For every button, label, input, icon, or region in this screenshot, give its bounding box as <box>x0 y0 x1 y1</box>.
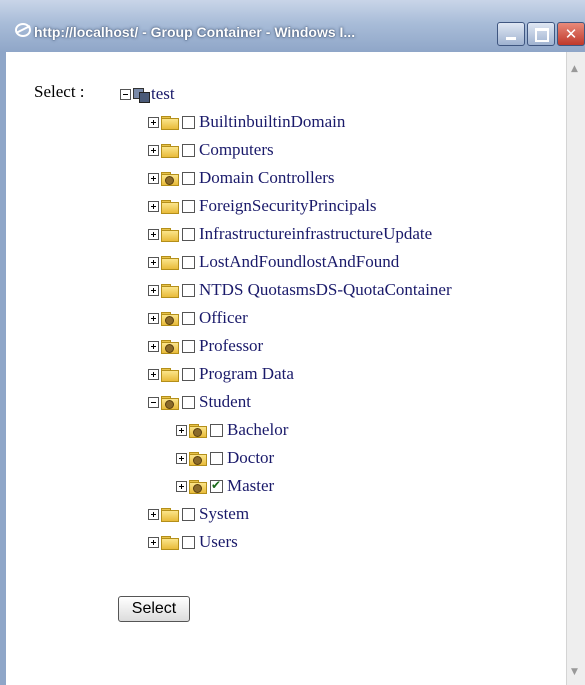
tree-node-checkbox[interactable] <box>182 143 195 157</box>
tree-node-checkbox[interactable] <box>182 311 195 325</box>
expand-icon[interactable] <box>148 200 159 212</box>
tree-node-checkbox[interactable] <box>182 507 195 521</box>
tree-node-checkbox-checked[interactable] <box>210 478 223 493</box>
tree-node-label[interactable]: BuiltinbuiltinDomain <box>199 112 345 132</box>
folder-icon <box>161 199 179 214</box>
tree-node-checkbox[interactable] <box>182 227 195 241</box>
tree-node[interactable]: Computers <box>148 138 274 162</box>
org-unit-icon <box>161 171 179 186</box>
minimize-button[interactable] <box>497 22 525 46</box>
expand-icon[interactable] <box>148 116 159 128</box>
maximize-button[interactable] <box>527 22 555 46</box>
org-unit-icon <box>161 311 179 326</box>
expand-icon[interactable] <box>148 368 159 380</box>
internet-explorer-icon <box>15 23 31 37</box>
tree-node-checkbox[interactable] <box>182 367 195 381</box>
folder-icon <box>161 143 179 158</box>
tree-node[interactable]: Student <box>148 390 251 414</box>
tree-node[interactable]: Domain Controllers <box>148 166 335 190</box>
expand-icon[interactable] <box>176 480 187 492</box>
tree-node-label[interactable]: Doctor <box>227 448 274 468</box>
title-bar[interactable]: http://localhost/ - Group Container - Wi… <box>0 0 585 53</box>
expand-icon[interactable] <box>148 312 159 324</box>
tree-node[interactable]: Users <box>148 530 238 554</box>
expand-icon[interactable] <box>148 256 159 268</box>
tree-node-checkbox[interactable] <box>182 535 195 549</box>
tree-node[interactable]: Bachelor <box>176 418 288 442</box>
tree-node-label[interactable]: InfrastructureinfrastructureUpdate <box>199 224 432 244</box>
tree-root[interactable]: test <box>120 82 175 106</box>
tree-node-checkbox[interactable] <box>182 395 195 409</box>
org-unit-icon <box>189 451 207 466</box>
tree-node[interactable]: Doctor <box>176 446 274 470</box>
tree-node[interactable]: Professor <box>148 334 263 358</box>
tree-node-label[interactable]: Computers <box>199 140 274 160</box>
scroll-up-icon[interactable]: ▲ <box>571 64 578 74</box>
tree-node-label[interactable]: Bachelor <box>227 420 288 440</box>
folder-icon <box>161 227 179 242</box>
domain-icon <box>133 86 150 103</box>
folder-icon <box>161 535 179 550</box>
folder-icon <box>161 507 179 522</box>
folder-icon <box>161 115 179 130</box>
org-unit-icon <box>189 479 207 494</box>
select-label: Select : <box>34 82 85 101</box>
folder-icon <box>161 255 179 270</box>
tree-node-label[interactable]: Program Data <box>199 364 294 384</box>
tree-root-label[interactable]: test <box>151 84 175 104</box>
tree-node-label[interactable]: System <box>199 504 249 524</box>
expand-icon[interactable] <box>176 452 187 464</box>
expand-icon[interactable] <box>148 284 159 296</box>
tree-node[interactable]: System <box>148 502 249 526</box>
vertical-scrollbar[interactable]: ▲ ▼ <box>566 52 585 685</box>
select-button[interactable]: Select <box>118 596 190 622</box>
close-button[interactable]: ✕ <box>557 22 585 46</box>
folder-icon <box>161 283 179 298</box>
window-title: http://localhost/ - Group Container - Wi… <box>34 24 356 40</box>
tree-node[interactable]: LostAndFoundlostAndFound <box>148 250 399 274</box>
tree-node-label[interactable]: LostAndFoundlostAndFound <box>199 252 399 272</box>
browser-popup-window: http://localhost/ - Group Container - Wi… <box>0 0 585 685</box>
org-unit-icon <box>189 423 207 438</box>
tree-node[interactable]: ForeignSecurityPrincipals <box>148 194 377 218</box>
tree-node[interactable]: Officer <box>148 306 248 330</box>
org-unit-icon <box>161 395 179 410</box>
expand-icon[interactable] <box>148 144 159 156</box>
tree-node-label[interactable]: Officer <box>199 308 248 328</box>
org-unit-icon <box>161 339 179 354</box>
tree-node-checkbox[interactable] <box>182 171 195 185</box>
tree-node-label[interactable]: Users <box>199 532 238 552</box>
scroll-down-icon[interactable]: ▼ <box>571 667 578 677</box>
tree-node-checkbox[interactable] <box>182 339 195 353</box>
expand-icon[interactable] <box>176 424 187 436</box>
tree-node-checkbox[interactable] <box>182 115 195 129</box>
tree-node-label[interactable]: Master <box>227 476 274 496</box>
expand-icon[interactable] <box>148 536 159 548</box>
tree-node-checkbox[interactable] <box>210 423 223 437</box>
tree-node[interactable]: NTDS QuotasmsDS-QuotaContainer <box>148 278 452 302</box>
tree-node[interactable]: Program Data <box>148 362 294 386</box>
tree-node-label[interactable]: Professor <box>199 336 263 356</box>
expand-icon[interactable] <box>148 508 159 520</box>
tree-node[interactable]: BuiltinbuiltinDomain <box>148 110 345 134</box>
tree-node-checkbox[interactable] <box>210 451 223 465</box>
tree-node-label[interactable]: Domain Controllers <box>199 168 335 188</box>
tree-node-label[interactable]: Student <box>199 392 251 412</box>
tree-node-label[interactable]: NTDS QuotasmsDS-QuotaContainer <box>199 280 452 300</box>
expand-icon[interactable] <box>148 340 159 352</box>
expand-icon[interactable] <box>148 172 159 184</box>
page-content: Select : test BuiltinbuiltinDomain Compu… <box>6 52 567 685</box>
tree-node[interactable]: Master <box>176 474 274 498</box>
tree-node[interactable]: InfrastructureinfrastructureUpdate <box>148 222 432 246</box>
tree-node-checkbox[interactable] <box>182 283 195 297</box>
tree-node-label[interactable]: ForeignSecurityPrincipals <box>199 196 377 216</box>
expand-icon[interactable] <box>148 228 159 240</box>
close-icon: ✕ <box>564 25 578 43</box>
folder-icon <box>161 367 179 382</box>
tree-node-checkbox[interactable] <box>182 199 195 213</box>
tree-node-checkbox[interactable] <box>182 255 195 269</box>
collapse-icon[interactable] <box>120 88 131 100</box>
collapse-icon[interactable] <box>148 396 159 408</box>
